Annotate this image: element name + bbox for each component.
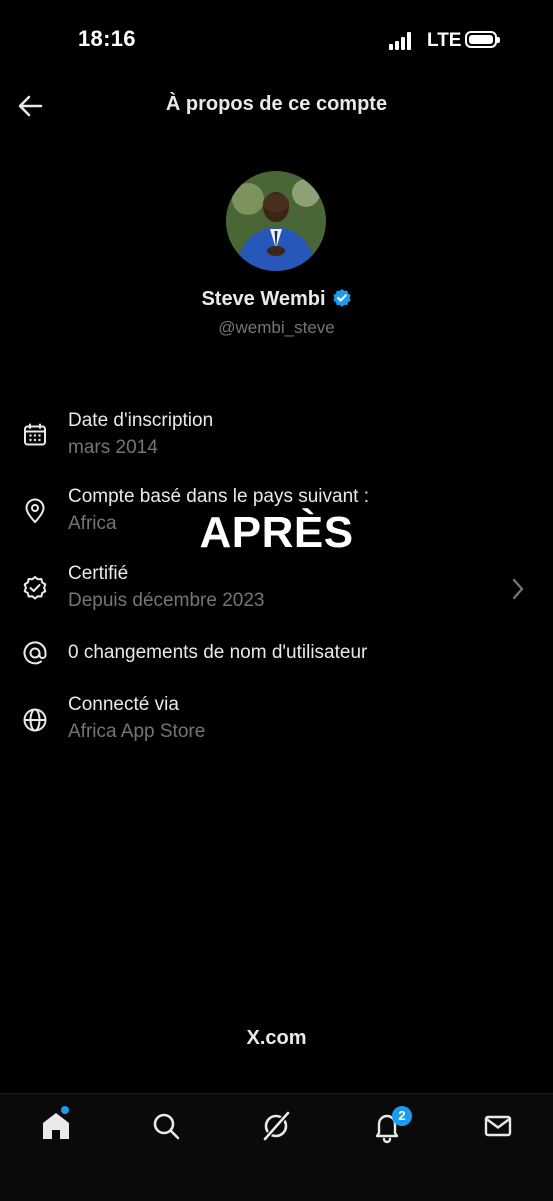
row-subtitle-certified: Depuis décembre 2023: [68, 590, 265, 611]
verified-badge-icon: [332, 288, 352, 308]
battery-icon: [465, 31, 500, 48]
row-title-join-date: Date d'inscription: [68, 410, 214, 431]
nav-grok[interactable]: [258, 1108, 294, 1144]
profile-name-text: Steve Wembi: [201, 288, 326, 310]
search-icon: [153, 1113, 180, 1140]
page-title: À propos de ce compte: [165, 93, 388, 115]
home-unread-dot: [61, 1106, 69, 1114]
at-sign-icon: [22, 640, 48, 666]
calendar-icon: [22, 422, 48, 448]
avatar: [226, 171, 326, 271]
grok-icon: [263, 1111, 290, 1141]
nav-search[interactable]: [148, 1108, 184, 1144]
profile-name: Steve Wembi: [0, 288, 553, 311]
chevron-right-icon[interactable]: [508, 576, 528, 602]
overlay-caption: APRÈS: [199, 508, 354, 557]
row-title-username-changes: 0 changements de nom d'utilisateur: [68, 642, 368, 663]
row-subtitle-connected-via: Africa App Store: [68, 721, 206, 742]
globe-icon: [22, 707, 48, 733]
status-time: 18:16: [78, 26, 136, 51]
verified-outline-icon: [22, 575, 48, 601]
signal-strength-icon: [389, 32, 415, 50]
nav-home[interactable]: [38, 1108, 74, 1144]
mail-icon: [484, 1115, 512, 1137]
network-type: LTE: [427, 30, 462, 51]
home-icon: [43, 1113, 69, 1139]
row-subtitle-join-date: mars 2014: [68, 437, 158, 458]
nav-messages[interactable]: [480, 1108, 516, 1144]
footer-brand: X.com: [246, 1027, 307, 1049]
row-title-certified: Certifié: [68, 563, 129, 584]
row-title-connected-via: Connecté via: [68, 694, 179, 715]
profile-handle: @wembi_steve: [218, 318, 335, 337]
row-title-country: Compte basé dans le pays suivant :: [68, 486, 370, 507]
notifications-badge: 2: [392, 1106, 412, 1126]
